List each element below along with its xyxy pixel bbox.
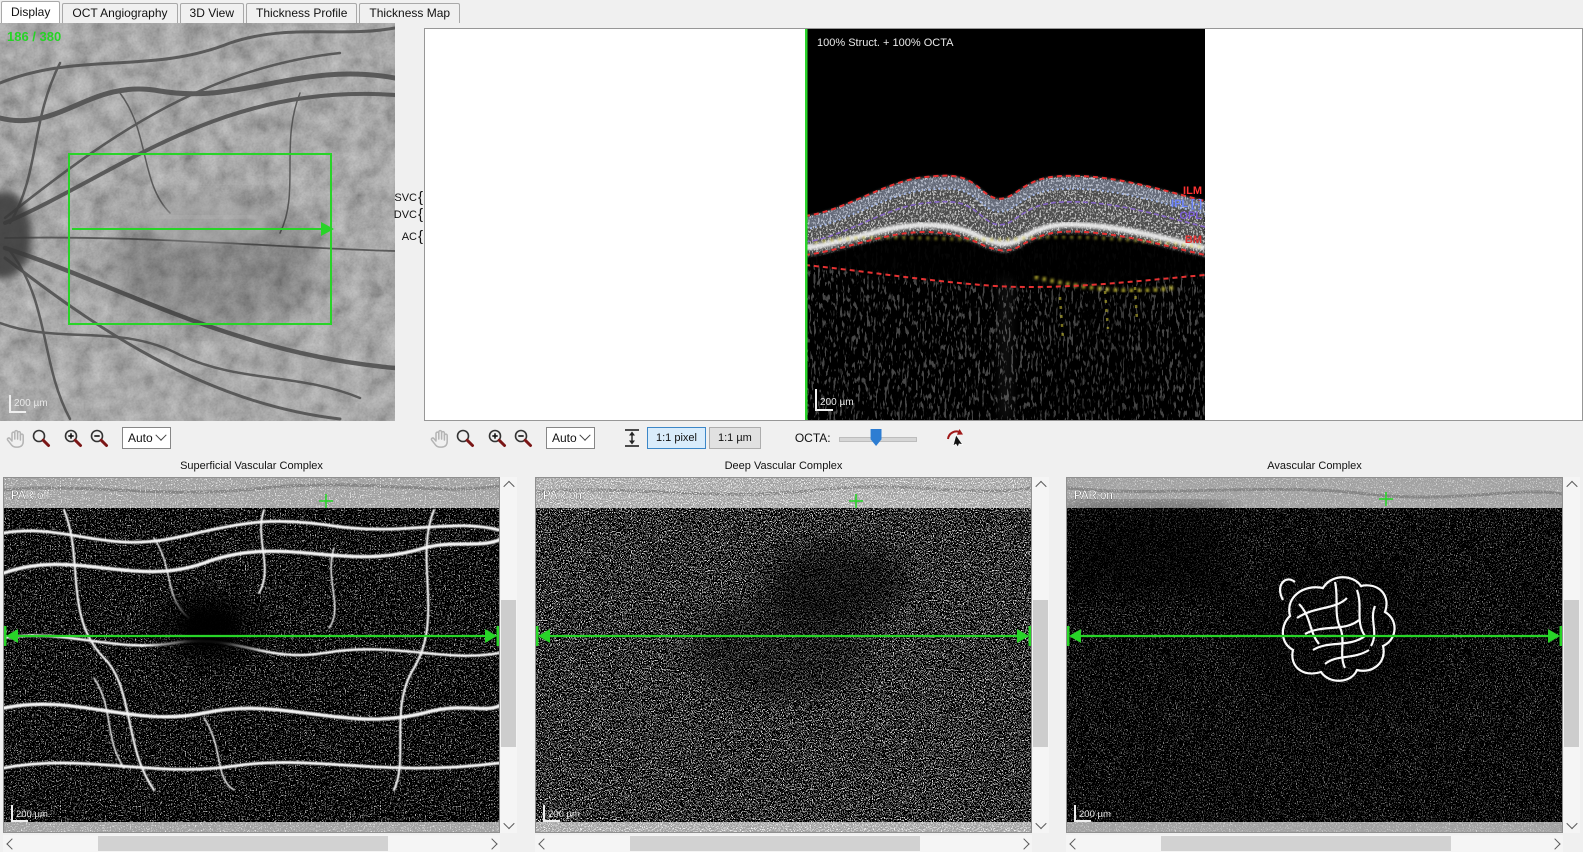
scroll-up-button[interactable] — [500, 477, 517, 493]
macular-lesion — [143, 201, 267, 245]
superficial-angio-image[interactable]: PAR off 200 µm — [2, 477, 501, 833]
fit-height-icon[interactable] — [621, 427, 643, 449]
scroll-up-button[interactable] — [1563, 477, 1580, 493]
bscan-image-container[interactable]: 100% Struct. + 100% OCTA ILM IPL [-] OPL… — [805, 29, 1205, 420]
ac-brace: { — [417, 228, 423, 245]
deep-panel: PAR on 200 µm — [535, 477, 1049, 852]
bscan-viewport[interactable]: 100% Struct. + 100% OCTA ILM IPL [-] OPL… — [424, 28, 1583, 421]
chevron-down-icon — [579, 429, 591, 441]
slider-thumb[interactable] — [870, 429, 882, 446]
svg-text:200 µm: 200 µm — [548, 809, 580, 820]
scroll-thumb[interactable] — [1161, 836, 1451, 851]
hand-icon[interactable] — [428, 427, 450, 449]
svg-text:IPL [-]: IPL [-] — [1171, 198, 1202, 210]
vertical-scrollbar[interactable] — [1563, 477, 1580, 833]
zoom-out-icon[interactable] — [512, 427, 534, 449]
svg-text:200 µm: 200 µm — [1079, 809, 1111, 820]
dvc-brace: { — [417, 206, 423, 223]
scroll-thumb[interactable] — [98, 836, 388, 851]
scroll-thumb[interactable] — [501, 600, 516, 747]
horizontal-scrollbar[interactable] — [1066, 835, 1563, 852]
horizontal-scrollbar[interactable] — [3, 835, 500, 852]
tab-display[interactable]: Display — [1, 1, 61, 23]
fundus-zoom-select[interactable]: Auto — [122, 427, 171, 449]
scroll-down-button[interactable] — [1032, 817, 1049, 833]
svg-text:BM: BM — [1185, 234, 1202, 246]
slab-label-svc: SVC{ — [394, 189, 423, 206]
fundus-image[interactable]: 186 / 380 200 µm — [0, 23, 398, 421]
scroll-thumb[interactable] — [1564, 600, 1579, 747]
bscan-zoom-value: Auto — [552, 431, 577, 445]
chevron-down-icon — [155, 429, 167, 441]
svg-text:200 µm: 200 µm — [16, 809, 48, 820]
bscan-left-position-line — [805, 29, 808, 420]
scroll-up-button[interactable] — [1032, 477, 1049, 493]
bscan-image[interactable]: 100% Struct. + 100% OCTA ILM IPL [-] OPL… — [805, 29, 1205, 420]
svg-text:200 µm: 200 µm — [820, 397, 854, 408]
scroll-right-button[interactable] — [1015, 835, 1032, 852]
horizontal-scrollbar[interactable] — [535, 835, 1032, 852]
scroll-thumb[interactable] — [630, 836, 920, 851]
tab-3d-view[interactable]: 3D View — [179, 3, 244, 23]
hand-icon[interactable] — [4, 427, 26, 449]
fundus-image-panel[interactable]: 186 / 380 200 µm — [0, 23, 398, 421]
octa-blend-label: OCTA: — [794, 431, 831, 445]
bscan-zoom-select[interactable]: Auto — [546, 427, 595, 449]
bscan-toolbar: Auto 1:1 pixel 1:1 µm OCTA: — [428, 426, 971, 450]
slab-label-ac: AC{ — [401, 228, 423, 245]
par-status-label: PAR off — [11, 490, 50, 502]
magnifier-icon[interactable] — [30, 427, 52, 449]
panel-title-avascular: Avascular Complex — [1267, 460, 1362, 472]
scroll-right-button[interactable] — [1546, 835, 1563, 852]
fundus-zoom-value: Auto — [128, 431, 153, 445]
scroll-left-button[interactable] — [3, 835, 20, 852]
slab-label-dvc: DVC{ — [393, 206, 423, 223]
panel-title-deep: Deep Vascular Complex — [724, 460, 843, 472]
svg-text:ILM: ILM — [1183, 185, 1202, 197]
superficial-panel: PAR off 200 µm — [2, 477, 517, 852]
scroll-thumb[interactable] — [1033, 600, 1048, 747]
pointer-rotate-icon[interactable] — [945, 427, 967, 449]
octa-blend-slider[interactable] — [838, 428, 917, 448]
one-to-one-micron-button[interactable]: 1:1 µm — [708, 427, 761, 449]
panel-title-superficial: Superficial Vascular Complex — [180, 460, 323, 472]
avascular-panel: PAR on 200 µm — [1066, 477, 1580, 852]
fundus-toolbar: Auto — [4, 426, 171, 450]
scroll-down-button[interactable] — [1563, 817, 1580, 833]
scroll-right-button[interactable] — [483, 835, 500, 852]
deep-angio-image[interactable]: PAR on 200 µm — [535, 477, 1032, 833]
scroll-down-button[interactable] — [500, 817, 517, 833]
svg-text:OPL: OPL — [1179, 210, 1202, 222]
tab-thickness-map[interactable]: Thickness Map — [359, 3, 461, 23]
svc-brace: { — [417, 189, 423, 206]
main-tab-bar: Display OCT Angiography 3D View Thicknes… — [0, 0, 1583, 23]
zoom-in-icon[interactable] — [486, 427, 508, 449]
zoom-out-icon[interactable] — [88, 427, 110, 449]
scroll-left-button[interactable] — [535, 835, 552, 852]
vertical-scrollbar[interactable] — [1032, 477, 1049, 833]
svg-text:200 µm: 200 µm — [14, 398, 48, 409]
tab-thickness-profile[interactable]: Thickness Profile — [246, 3, 358, 23]
vertical-scrollbar[interactable] — [500, 477, 517, 833]
scroll-left-button[interactable] — [1066, 835, 1083, 852]
zoom-in-icon[interactable] — [62, 427, 84, 449]
par-status-label: PAR on — [1074, 490, 1113, 502]
one-to-one-pixel-button[interactable]: 1:1 pixel — [647, 427, 706, 449]
magnifier-icon[interactable] — [454, 427, 476, 449]
par-status-label: PAR on — [543, 490, 582, 502]
frame-counter: 186 / 380 — [7, 29, 61, 44]
blend-ratio-label: 100% Struct. + 100% OCTA — [817, 37, 954, 49]
tab-oct-angiography[interactable]: OCT Angiography — [62, 3, 178, 23]
avascular-angio-image[interactable]: PAR on 200 µm — [1066, 477, 1563, 833]
